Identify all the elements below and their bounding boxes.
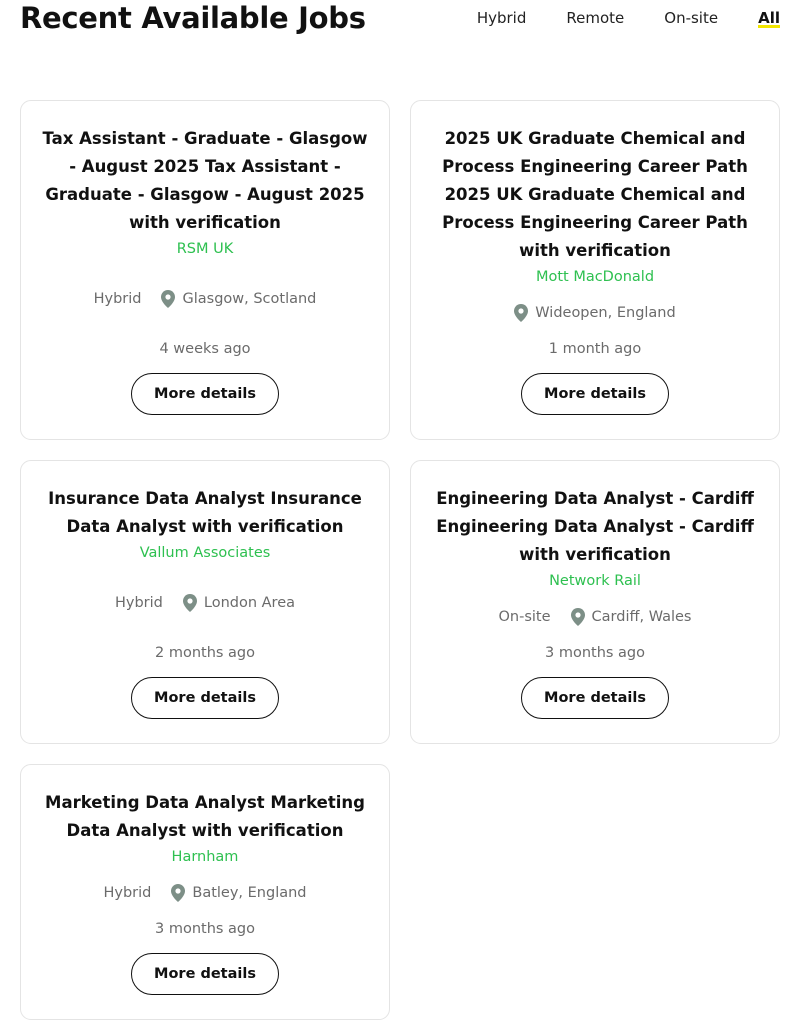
location-pin-icon xyxy=(161,290,176,308)
job-meta: On-site Cardiff, Wales xyxy=(411,605,779,629)
filter-tab-onsite[interactable]: On-site xyxy=(664,8,718,28)
location-text: London Area xyxy=(203,595,296,611)
posted-time: 4 weeks ago xyxy=(159,341,251,357)
job-location: Cardiff, Wales xyxy=(570,605,692,629)
filter-tab-remote[interactable]: Remote xyxy=(566,8,624,28)
location-text: Batley, England xyxy=(192,885,307,901)
more-details-button[interactable]: More details xyxy=(131,677,279,719)
work-mode: Hybrid xyxy=(103,885,152,901)
company-name: Mott MacDonald xyxy=(535,269,655,285)
company-name: Vallum Associates xyxy=(139,545,271,561)
job-location: Wideopen, England xyxy=(514,301,676,325)
job-card: Insurance Data Analyst Insurance Data An… xyxy=(20,460,390,744)
more-details-button[interactable]: More details xyxy=(131,373,279,415)
company-name: Network Rail xyxy=(549,573,641,589)
location-pin-icon xyxy=(570,608,585,626)
job-meta: Hybrid Glasgow, Scotland xyxy=(21,287,389,311)
job-title: 2025 UK Graduate Chemical and Process En… xyxy=(442,129,748,260)
more-details-button[interactable]: More details xyxy=(521,373,669,415)
company-name: RSM UK xyxy=(176,241,234,257)
work-mode: Hybrid xyxy=(114,595,163,611)
posted-time: 1 month ago xyxy=(548,341,642,357)
job-meta: Hybrid London Area xyxy=(21,591,389,615)
job-title: Engineering Data Analyst - Cardiff Engin… xyxy=(436,489,754,564)
page-title: Recent Available Jobs xyxy=(20,1,366,35)
posted-time: 3 months ago xyxy=(544,645,646,661)
job-location: Batley, England xyxy=(171,881,307,905)
job-card: Marketing Data Analyst Marketing Data An… xyxy=(20,764,390,1020)
location-pin-icon xyxy=(182,594,197,612)
posted-time: 2 months ago xyxy=(154,645,256,661)
job-title: Insurance Data Analyst Insurance Data An… xyxy=(48,489,362,536)
job-title: Tax Assistant - Graduate - Glasgow - Aug… xyxy=(42,129,368,232)
filter-tab-all[interactable]: All xyxy=(758,8,780,28)
page-header: Recent Available Jobs Hybrid Remote On-s… xyxy=(0,0,800,40)
more-details-button[interactable]: More details xyxy=(521,677,669,719)
job-location: Glasgow, Scotland xyxy=(161,287,316,311)
work-mode: On-site xyxy=(498,609,551,625)
job-title: Marketing Data Analyst Marketing Data An… xyxy=(45,793,365,840)
job-card: Engineering Data Analyst - Cardiff Engin… xyxy=(410,460,780,744)
job-meta: Wideopen, England xyxy=(411,301,779,325)
job-location: London Area xyxy=(182,591,296,615)
company-name: Harnham xyxy=(171,849,239,865)
work-mode-filters: Hybrid Remote On-site All xyxy=(437,8,780,28)
location-text: Wideopen, England xyxy=(535,305,676,321)
location-pin-icon xyxy=(171,884,186,902)
location-text: Glasgow, Scotland xyxy=(182,291,317,307)
location-text: Cardiff, Wales xyxy=(591,609,692,625)
posted-time: 3 months ago xyxy=(154,921,256,937)
filter-tab-hybrid[interactable]: Hybrid xyxy=(477,8,527,28)
job-card: 2025 UK Graduate Chemical and Process En… xyxy=(410,100,780,440)
work-mode: Hybrid xyxy=(93,291,142,307)
job-meta: Hybrid Batley, England xyxy=(21,881,389,905)
more-details-button[interactable]: More details xyxy=(131,953,279,995)
job-card: Tax Assistant - Graduate - Glasgow - Aug… xyxy=(20,100,390,440)
location-pin-icon xyxy=(514,304,529,322)
